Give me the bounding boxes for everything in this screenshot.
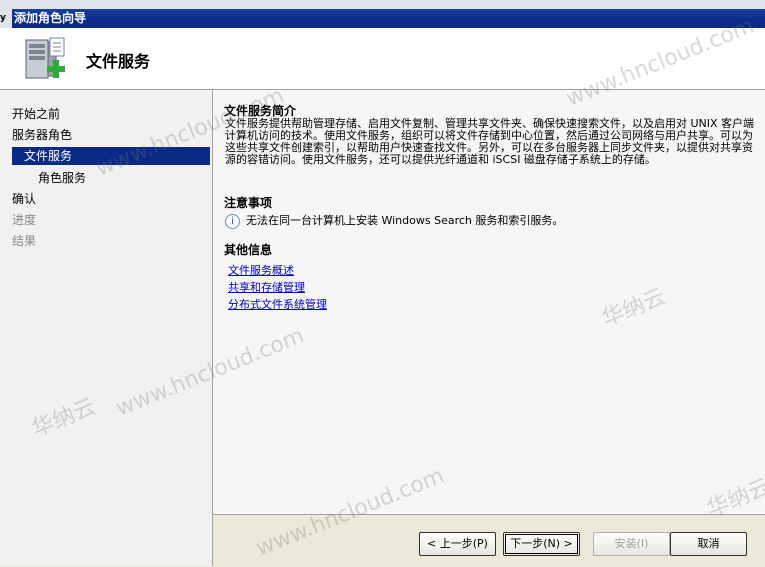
wizard-header: 文件服务 — [0, 28, 765, 90]
header-title: 文件服务 — [86, 52, 151, 71]
install-button: 安装(I) — [593, 532, 670, 556]
note-text: 无法在同一台计算机上安装 Windows Search 服务和索引服务。 — [246, 214, 564, 227]
previous-button[interactable]: < 上一步(P) — [419, 532, 496, 556]
more-info-heading: 其他信息 — [224, 243, 273, 257]
nav-step-file-services[interactable]: 文件服务 — [12, 147, 210, 165]
wizard-content: 文件服务简介 文件服务提供帮助管理存储、启用文件复制、管理共享文件夹、确保快速搜… — [213, 90, 765, 514]
nav-step-before-begin[interactable]: 开始之前 — [12, 105, 60, 123]
nav-step-results: 结果 — [12, 234, 37, 248]
file-server-add-icon — [25, 37, 65, 79]
intro-text: 文件服务提供帮助管理存储、启用文件复制、管理共享文件夹、确保快速搜索文件，以及启… — [225, 117, 755, 166]
notes-heading: 注意事项 — [224, 196, 273, 210]
nav-step-role-services[interactable]: 角色服务 — [38, 169, 86, 187]
info-icon: i — [225, 213, 240, 229]
title-prefix: y — [0, 9, 12, 28]
nav-step-server-roles[interactable]: 服务器角色 — [12, 126, 72, 144]
cancel-button[interactable]: 取消 — [670, 532, 747, 556]
next-button[interactable]: 下一步(N) > — [503, 532, 580, 556]
note-item: i 无法在同一台计算机上安装 Windows Search 服务和索引服务。 — [225, 213, 563, 229]
wizard-footer: < 上一步(P) 下一步(N) > 安装(I) 取消 — [213, 514, 765, 567]
nav-step-confirmation[interactable]: 确认 — [12, 190, 36, 208]
link-share-storage-management[interactable]: 共享和存储管理 — [228, 279, 305, 295]
nav-step-progress: 进度 — [12, 213, 37, 227]
window-title: 添加角色向导 — [14, 11, 87, 25]
link-file-services-overview[interactable]: 文件服务概述 — [228, 262, 294, 278]
link-dfs-management[interactable]: 分布式文件系统管理 — [228, 296, 327, 312]
title-bar[interactable]: y 添加角色向导 — [0, 9, 765, 28]
wizard-step-nav: 开始之前 服务器角色 文件服务 角色服务 确认 进度 结果 — [0, 90, 213, 566]
